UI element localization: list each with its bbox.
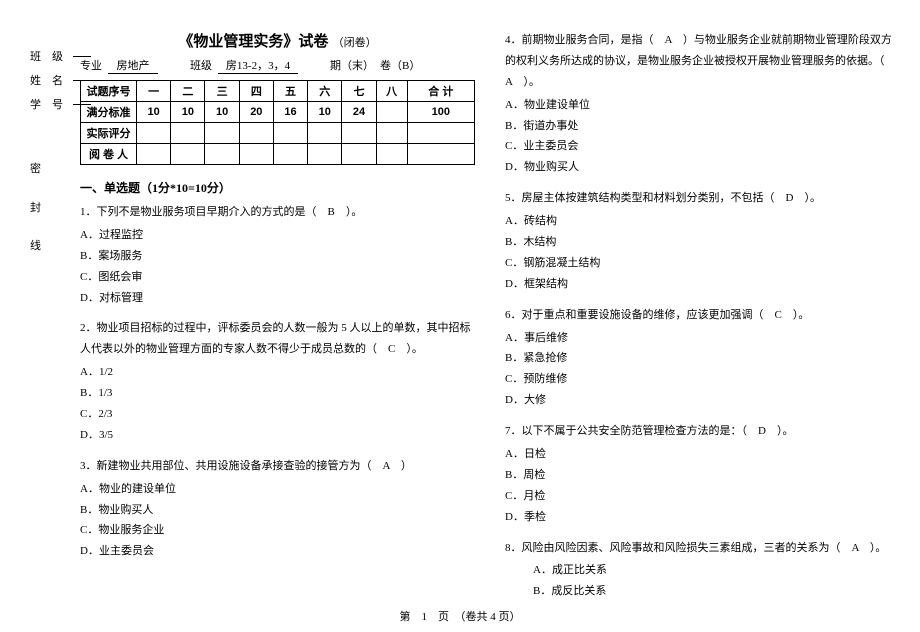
meta-row: 专业 房地产 班级 房13-2，3，4 期（末） 卷（B） xyxy=(80,57,475,74)
q6-a: A．事后维修 xyxy=(505,328,900,349)
binding-a: 密 xyxy=(30,163,41,175)
term-label: 期（末） xyxy=(330,57,374,73)
q1-c: C．图纸会审 xyxy=(80,267,475,288)
q7-d: D．季检 xyxy=(505,507,900,528)
q4-b: B．街道办事处 xyxy=(505,116,900,137)
question-7: 7．以下不属于公共安全防范管理检查方法的是：（ D ）。 A．日检 B．周检 C… xyxy=(505,421,900,527)
class-label: 班 级 xyxy=(30,45,63,69)
q2-d: D．3/5 xyxy=(80,425,475,446)
major-value: 房地产 xyxy=(108,57,158,74)
table-row: 阅 卷 人 xyxy=(81,144,475,165)
q7-a: A．日检 xyxy=(505,444,900,465)
q3-c: C．物业服务企业 xyxy=(80,520,475,541)
q1-stem: 1．下列不是物业服务项目早期介入的方式的是（ B ）。 xyxy=(80,202,475,223)
title-text: 《物业管理实务》试卷 xyxy=(178,33,328,50)
exam-title: 《物业管理实务》试卷 （闭卷） xyxy=(80,30,475,51)
table-row: 满分标准 10 10 10 20 16 10 24 100 xyxy=(81,102,475,123)
binding-line: 密 封 线 xyxy=(30,150,41,266)
q4-a: A．物业建设单位 xyxy=(505,95,900,116)
q3-stem: 3．新建物业共用部位、共用设施设备承接查验的接管方为（ A ） xyxy=(80,456,475,477)
class-value: 房13-2，3，4 xyxy=(218,57,298,74)
q1-a: A．过程监控 xyxy=(80,225,475,246)
q5-a: A．砖结构 xyxy=(505,211,900,232)
q3-d: D．业主委员会 xyxy=(80,541,475,562)
section-title: 一、单选题（1分*10=10分） xyxy=(80,179,475,196)
q2-b: B．1/3 xyxy=(80,383,475,404)
classlbl: 班级 xyxy=(190,57,212,73)
question-8: 8．风险由风险因素、风险事故和风险损失三素组成，三者的关系为（ A ）。 A．成… xyxy=(505,538,900,603)
q4-stem: 4．前期物业服务合同，是指（ A ）与物业服务企业就前期物业管理阶段双方的权利义… xyxy=(505,30,900,93)
q8-a: A．成正比关系 xyxy=(505,560,900,581)
question-5: 5．房屋主体按建筑结构类型和材料划分类别，不包括（ D ）。 A．砖结构 B．木… xyxy=(505,188,900,294)
name-label: 姓 名 xyxy=(30,69,63,93)
score-table: 试题序号 一 二 三 四 五 六 七 八 合 计 满分标准 10 10 10 2… xyxy=(80,80,475,165)
q2-stem: 2．物业项目招标的过程中，评标委员会的人数一般为 5 人以上的单数，其中招标人代… xyxy=(80,318,475,360)
table-row: 试题序号 一 二 三 四 五 六 七 八 合 计 xyxy=(81,81,475,102)
question-4: 4．前期物业服务合同，是指（ A ）与物业服务企业就前期物业管理阶段双方的权利义… xyxy=(505,30,900,178)
q1-b: B．案场服务 xyxy=(80,246,475,267)
page-footer: 第 1 页 （卷共 4 页） xyxy=(0,608,920,624)
closed-note: （闭卷） xyxy=(333,37,377,49)
q5-d: D．框架结构 xyxy=(505,274,900,295)
q8-stem: 8．风险由风险因素、风险事故和风险损失三素组成，三者的关系为（ A ）。 xyxy=(505,538,900,559)
id-label: 学 号 xyxy=(30,93,63,117)
q6-c: C．预防维修 xyxy=(505,369,900,390)
q2-c: C．2/3 xyxy=(80,404,475,425)
question-6: 6．对于重点和重要设施设备的维修，应该更加强调（ C ）。 A．事后维修 B．紧… xyxy=(505,305,900,411)
q5-c: C．钢筋混凝土结构 xyxy=(505,253,900,274)
right-column: 4．前期物业服务合同，是指（ A ）与物业服务企业就前期物业管理阶段双方的权利义… xyxy=(505,30,900,612)
binding-c: 线 xyxy=(30,240,41,252)
class-blank xyxy=(73,45,91,57)
q5-stem: 5．房屋主体按建筑结构类型和材料划分类别，不包括（ D ）。 xyxy=(505,188,900,209)
q6-stem: 6．对于重点和重要设施设备的维修，应该更加强调（ C ）。 xyxy=(505,305,900,326)
student-info-block: 班 级 姓 名 学 号 xyxy=(30,45,91,118)
left-column: 《物业管理实务》试卷 （闭卷） 专业 房地产 班级 房13-2，3，4 期（末）… xyxy=(80,30,475,612)
q2-a: A．1/2 xyxy=(80,362,475,383)
q1-d: D．对标管理 xyxy=(80,288,475,309)
table-row: 实际评分 xyxy=(81,123,475,144)
q4-c: C．业主委员会 xyxy=(505,136,900,157)
question-3: 3．新建物业共用部位、共用设施设备承接查验的接管方为（ A ） A．物业的建设单… xyxy=(80,456,475,562)
question-2: 2．物业项目招标的过程中，评标委员会的人数一般为 5 人以上的单数，其中招标人代… xyxy=(80,318,475,445)
q3-a: A．物业的建设单位 xyxy=(80,479,475,500)
q4-d: D．物业购买人 xyxy=(505,157,900,178)
q6-b: B．紧急抢修 xyxy=(505,348,900,369)
q6-d: D．大修 xyxy=(505,390,900,411)
q3-b: B．物业购买人 xyxy=(80,500,475,521)
id-blank xyxy=(73,93,91,105)
q7-b: B．周检 xyxy=(505,465,900,486)
q8-b: B．成反比关系 xyxy=(505,581,900,602)
q7-c: C．月检 xyxy=(505,486,900,507)
binding-b: 封 xyxy=(30,202,41,214)
name-blank xyxy=(73,69,91,81)
q7-stem: 7．以下不属于公共安全防范管理检查方法的是：（ D ）。 xyxy=(505,421,900,442)
question-1: 1．下列不是物业服务项目早期介入的方式的是（ B ）。 A．过程监控 B．案场服… xyxy=(80,202,475,308)
q5-b: B．木结构 xyxy=(505,232,900,253)
paper-label: 卷（B） xyxy=(380,57,420,73)
